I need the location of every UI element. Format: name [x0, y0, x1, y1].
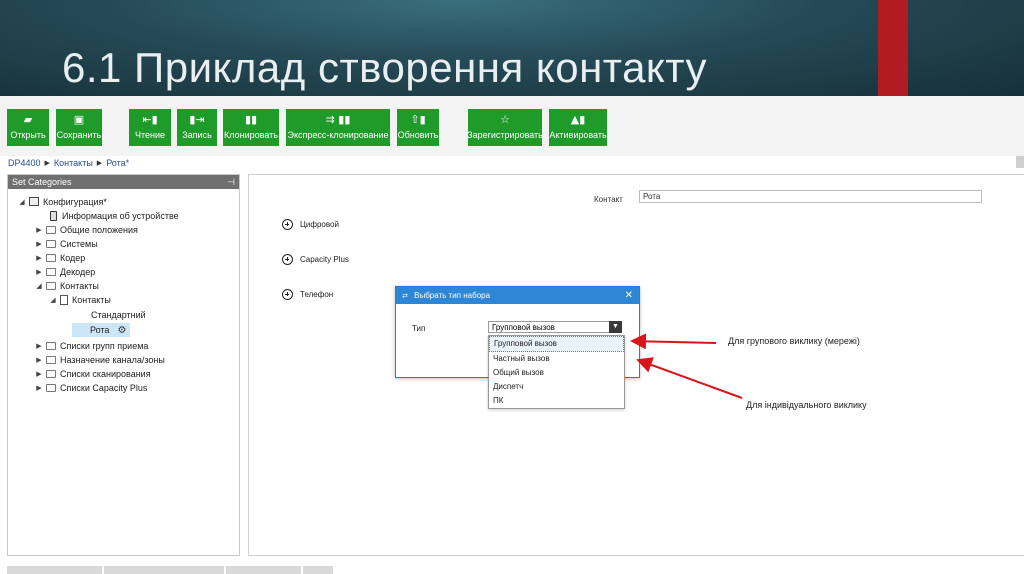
individual-call-arrow	[636, 357, 743, 399]
group-call-annotation: Для групового виклику (мережі)	[728, 336, 860, 346]
individual-call-annotation: Для індивідуального виклику	[746, 400, 867, 410]
group-call-arrow	[630, 333, 717, 350]
annotation-arrows	[630, 333, 743, 399]
